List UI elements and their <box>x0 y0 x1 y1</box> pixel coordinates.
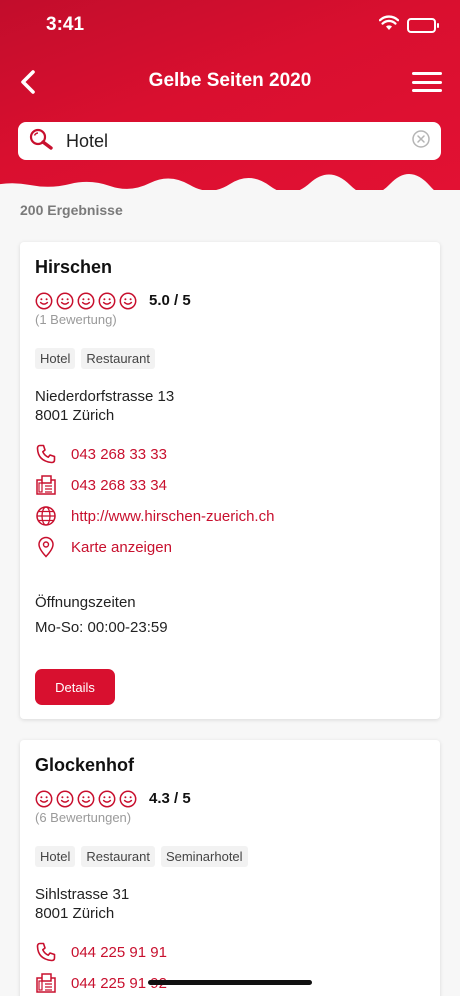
smiley-icon <box>98 790 116 808</box>
phone-number[interactable]: 043 268 33 33 <box>71 446 167 463</box>
smiley-icon <box>119 292 137 310</box>
smiley-icon <box>56 790 74 808</box>
map-link-label[interactable]: Karte anzeigen <box>71 539 172 556</box>
smiley-icon <box>119 790 137 808</box>
fax-icon <box>35 972 57 994</box>
phone-link[interactable]: 043 268 33 33 <box>35 442 167 466</box>
battery-icon <box>407 17 439 33</box>
rating-smileys <box>35 292 137 310</box>
map-pin-icon <box>35 536 57 558</box>
category-tag: Restaurant <box>81 846 155 867</box>
fax-link[interactable]: 043 268 33 34 <box>35 473 167 497</box>
home-indicator <box>148 980 312 985</box>
globe-icon <box>35 505 57 527</box>
address-street: Sihlstrasse 31 <box>35 886 130 903</box>
address-city: 8001 Zürich <box>35 905 115 922</box>
opening-hours-value: Mo-So: 00:00-23:59 <box>35 619 168 636</box>
category-tag: Restaurant <box>81 348 155 369</box>
header-wave <box>0 174 434 190</box>
website-url[interactable]: http://www.hirschen-zuerich.ch <box>71 508 274 525</box>
phone-link[interactable]: 044 225 91 91 <box>35 940 167 964</box>
phone-icon <box>35 941 57 963</box>
phone-icon <box>35 443 57 465</box>
page-title: Gelbe Seiten 2020 <box>148 70 312 91</box>
smiley-icon <box>35 790 53 808</box>
navigation-bar: Gelbe Seiten 2020 <box>0 60 460 104</box>
wifi-icon <box>378 15 400 36</box>
listing-card[interactable]: Hirschen 5.0 / 5 (1 Bewertung) Hotel Res… <box>20 242 440 719</box>
fax-icon <box>35 474 57 496</box>
fax-number[interactable]: 043 268 33 34 <box>71 477 167 494</box>
rating-smileys <box>35 790 137 808</box>
website-link[interactable]: http://www.hirschen-zuerich.ch <box>35 504 274 528</box>
status-icons <box>378 14 439 36</box>
status-time: 3:41 <box>46 14 85 35</box>
smiley-icon <box>98 292 116 310</box>
category-tag: Hotel <box>35 846 76 867</box>
listing-card[interactable]: Glockenhof 4.3 / 5 (6 Bewertungen) Hotel… <box>20 740 440 996</box>
results-count: 200 Ergebnisse <box>20 202 123 218</box>
category-tag: Hotel <box>35 348 76 369</box>
search-icon <box>28 127 54 156</box>
review-count[interactable]: (1 Bewertung) <box>35 312 117 327</box>
search-input[interactable]: Hotel <box>66 131 411 152</box>
address-city: 8001 Zürich <box>35 407 115 424</box>
listing-name: Glockenhof <box>35 755 135 775</box>
smiley-icon <box>56 292 74 310</box>
category-tags: Hotel Restaurant Seminarhotel <box>35 846 248 867</box>
address-street: Niederdorfstrasse 13 <box>35 388 175 405</box>
details-button[interactable]: Details <box>35 669 115 705</box>
smiley-icon <box>77 292 95 310</box>
rating-score: 4.3 / 5 <box>149 790 191 807</box>
search-bar[interactable]: Hotel <box>18 122 441 160</box>
listing-name: Hirschen <box>35 257 113 277</box>
opening-hours-label: Öffnungszeiten <box>35 594 136 611</box>
phone-number[interactable]: 044 225 91 91 <box>71 944 167 961</box>
map-link[interactable]: Karte anzeigen <box>35 535 172 559</box>
fax-link[interactable]: 044 225 91 92 <box>35 971 167 995</box>
smiley-icon <box>77 790 95 808</box>
menu-button[interactable] <box>412 68 442 96</box>
category-tag: Seminarhotel <box>160 846 248 867</box>
clear-icon[interactable] <box>411 129 431 154</box>
review-count[interactable]: (6 Bewertungen) <box>35 810 131 825</box>
rating-score: 5.0 / 5 <box>149 292 191 309</box>
category-tags: Hotel Restaurant <box>35 348 155 369</box>
smiley-icon <box>35 292 53 310</box>
app-header: 3:41 Gelbe Seiten 2020 Hotel <box>0 0 460 190</box>
